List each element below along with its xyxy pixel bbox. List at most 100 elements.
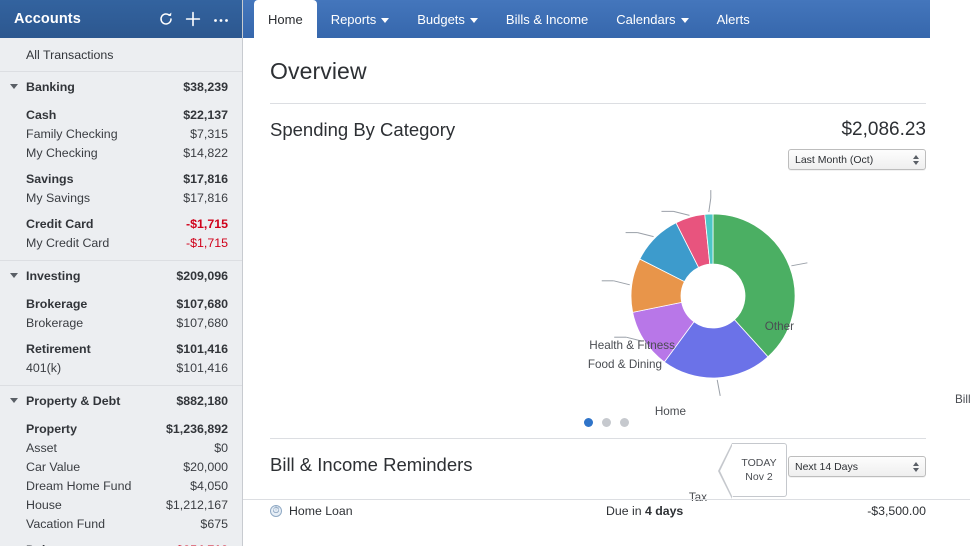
account-item-name: Dream Home Fund [26, 478, 190, 495]
chevron-down-icon [381, 18, 389, 23]
chart-slice-label: Other [765, 320, 794, 333]
account-group-amount: $38,239 [183, 79, 228, 96]
account-item[interactable]: My Savings$17,816 [0, 189, 242, 208]
account-item[interactable]: My Checking$14,822 [0, 144, 242, 163]
carousel-dot[interactable] [584, 418, 593, 427]
account-section-header[interactable]: Savings$17,816 [0, 163, 242, 189]
reminders-rows: ⏱Home LoanDue in 4 days-$3,500.00 [243, 499, 970, 521]
account-item-amount: $7,315 [190, 126, 228, 143]
account-section-amount: $1,236,892 [166, 421, 228, 438]
account-item-name: House [26, 497, 166, 514]
chevron-down-icon [470, 18, 478, 23]
chevron-down-icon[interactable] [10, 398, 18, 403]
accounts-sidebar: Accounts [0, 0, 243, 546]
tab-home[interactable]: Home [254, 0, 317, 38]
tab-label: Calendars [616, 12, 675, 27]
account-item[interactable]: My Credit Card-$1,715 [0, 234, 242, 253]
chart-slice-label: Health & Fitness [589, 339, 675, 352]
period-select[interactable]: Last Month (Oct) [788, 149, 926, 170]
main-panel: Home Reports Budgets Bills & Income Calendar… [243, 0, 970, 546]
account-section-header[interactable]: Property$1,236,892 [0, 413, 242, 439]
account-section-header[interactable]: Cash$22,137 [0, 99, 242, 125]
account-group-header[interactable]: Banking$38,239 [0, 72, 242, 99]
chart-slice-label: Food & Dining [588, 358, 662, 371]
accounts-list: All Transactions Banking$38,239Cash$22,1… [0, 38, 242, 546]
reminder-row[interactable]: ⏱Home LoanDue in 4 days-$3,500.00 [243, 499, 970, 521]
tab-label: Reports [331, 12, 377, 27]
today-label: TODAY [741, 456, 776, 470]
account-item-amount: $20,000 [183, 459, 228, 476]
chevron-down-icon[interactable] [10, 273, 18, 278]
add-icon[interactable] [185, 11, 201, 27]
account-item-name: My Credit Card [26, 235, 186, 252]
account-item[interactable]: 401(k)$101,416 [0, 359, 242, 378]
account-item[interactable]: House$1,212,167 [0, 496, 242, 515]
tab-alerts[interactable]: Alerts [703, 0, 764, 38]
account-item[interactable]: Car Value$20,000 [0, 458, 242, 477]
reminder-name: Home Loan [289, 504, 606, 518]
account-item-name: Vacation Fund [26, 516, 200, 533]
more-options-icon[interactable] [212, 11, 230, 27]
account-groups: Banking$38,239Cash$22,137Family Checking… [0, 72, 242, 546]
tab-reports[interactable]: Reports [317, 0, 404, 38]
account-item-name: Car Value [26, 459, 183, 476]
account-item[interactable]: Vacation Fund$675 [0, 515, 242, 534]
account-group-name: Property & Debt [26, 393, 176, 410]
app-window: Accounts [0, 0, 970, 546]
account-section-header[interactable]: Retirement$101,416 [0, 333, 242, 359]
tab-label: Bills & Income [506, 12, 588, 27]
sidebar-item-all-transactions[interactable]: All Transactions [0, 38, 242, 72]
account-item-name: 401(k) [26, 360, 176, 377]
reminder-amount: -$3,500.00 [816, 504, 926, 518]
leader-line [673, 211, 689, 215]
spending-title: Spending By Category [270, 119, 455, 141]
account-group-header[interactable]: Property & Debt$882,180 [0, 386, 242, 413]
stepper-icon [913, 155, 919, 165]
account-section-amount: $17,816 [183, 171, 228, 188]
sidebar-header-actions [158, 11, 230, 27]
account-item[interactable]: Brokerage$107,680 [0, 314, 242, 333]
account-item[interactable]: Asset$0 [0, 439, 242, 458]
tab-calendars[interactable]: Calendars [602, 0, 702, 38]
refresh-icon[interactable] [158, 11, 174, 27]
reminders-header-right: Next 14 Days [788, 454, 926, 477]
account-group: Property & Debt$882,180Property$1,236,89… [0, 386, 242, 546]
account-item[interactable]: Family Checking$7,315 [0, 125, 242, 144]
account-item-amount: $675 [200, 516, 228, 533]
stepper-icon [913, 462, 919, 472]
account-section-header[interactable]: Brokerage$107,680 [0, 288, 242, 314]
carousel-dot[interactable] [602, 418, 611, 427]
account-item-amount: $107,680 [176, 315, 228, 332]
account-group-name: Banking [26, 79, 183, 96]
account-item-amount: $14,822 [183, 145, 228, 162]
account-item-name: My Checking [26, 145, 183, 162]
chart-slice-label: Bills & Utilities [955, 393, 970, 406]
reminders-range-select[interactable]: Next 14 Days [788, 456, 926, 477]
reminders-section: Bill & Income Reminders Next 14 Days TOD… [243, 439, 970, 521]
account-section-name: Retirement [26, 341, 176, 358]
account-item-amount: $1,212,167 [166, 497, 228, 514]
account-section-header[interactable]: Credit Card-$1,715 [0, 208, 242, 234]
account-item-amount: $4,050 [190, 478, 228, 495]
account-section-header[interactable]: Debt-$354,712 [0, 534, 242, 546]
chevron-down-icon [681, 18, 689, 23]
tab-budgets[interactable]: Budgets [403, 0, 492, 38]
account-section-amount: $101,416 [176, 341, 228, 358]
account-item-amount: $101,416 [176, 360, 228, 377]
tab-bills-income[interactable]: Bills & Income [492, 0, 602, 38]
carousel-dot[interactable] [620, 418, 629, 427]
leader-line [791, 263, 807, 266]
sidebar-header: Accounts [0, 0, 242, 38]
chevron-down-icon[interactable] [10, 84, 18, 89]
chart-slice-label: Home [655, 405, 686, 418]
account-section-name: Savings [26, 171, 183, 188]
reminders-title: Bill & Income Reminders [270, 454, 473, 476]
account-item-name: Brokerage [26, 315, 176, 332]
period-select-value: Last Month (Oct) [795, 154, 913, 166]
spending-section-header: Spending By Category $2,086.23 Last Mont… [243, 104, 970, 170]
carousel-dots [243, 418, 970, 427]
account-group-header[interactable]: Investing$209,096 [0, 261, 242, 288]
account-item[interactable]: Dream Home Fund$4,050 [0, 477, 242, 496]
spending-donut-chart[interactable] [513, 170, 943, 420]
tab-label: Home [268, 12, 303, 27]
